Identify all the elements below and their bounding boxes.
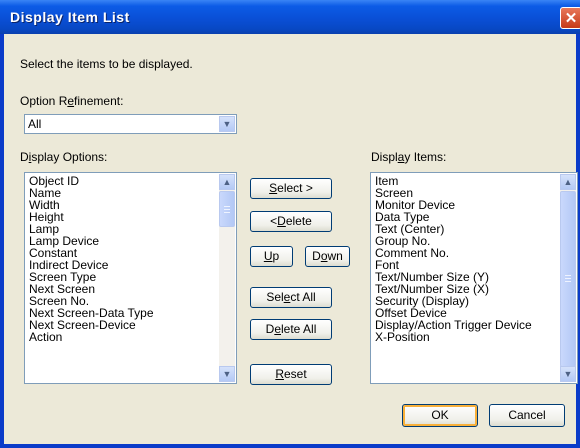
select-button[interactable]: Select > <box>250 178 332 199</box>
scroll-up-icon[interactable]: ▲ <box>560 174 576 190</box>
display-items-items: Item Screen Monitor Device Data Type Text (C… <box>375 175 532 343</box>
title-bar[interactable]: Display Item List ✕ <box>0 0 580 34</box>
delete-button[interactable]: < Delete <box>250 211 332 232</box>
list-item[interactable]: X-Position <box>375 331 532 343</box>
scroll-down-icon[interactable]: ▼ <box>560 366 576 382</box>
down-button[interactable]: Down <box>305 246 350 267</box>
display-items-scrollbar[interactable]: ▲ ▼ <box>560 174 576 382</box>
close-icon: ✕ <box>564 10 578 27</box>
chevron-down-icon[interactable]: ▼ <box>219 116 235 132</box>
instructions-text: Select the items to be displayed. <box>20 57 193 71</box>
option-refinement-value: All <box>28 117 42 131</box>
delete-all-button[interactable]: Delete All <box>250 319 332 340</box>
select-all-button[interactable]: Select All <box>250 287 332 308</box>
reset-button[interactable]: Reset <box>250 364 332 385</box>
scroll-thumb[interactable] <box>219 191 235 227</box>
option-refinement-label: Option Refinement: <box>20 94 124 108</box>
option-refinement-select[interactable]: All ▼ <box>24 114 237 134</box>
display-items-list[interactable]: Item Screen Monitor Device Data Type Text (C… <box>370 172 578 384</box>
scroll-up-icon[interactable]: ▲ <box>219 174 235 190</box>
up-button[interactable]: Up <box>250 246 293 267</box>
ok-button[interactable]: OK <box>402 404 478 427</box>
display-options-items: Object ID Name Width Height Lamp Lamp Device C… <box>29 175 154 343</box>
display-options-label: Display Options: <box>20 150 108 164</box>
display-options-scrollbar[interactable]: ▲ ▼ <box>219 174 235 382</box>
scroll-down-icon[interactable]: ▼ <box>219 366 235 382</box>
scroll-thumb[interactable] <box>560 191 576 367</box>
display-options-list[interactable]: Object ID Name Width Height Lamp Lamp Device C… <box>24 172 237 384</box>
display-items-label: Display Items: <box>371 150 447 164</box>
cancel-button[interactable]: Cancel <box>489 404 565 427</box>
list-item[interactable]: Action <box>29 331 154 343</box>
dialog-body: Select the items to be displayed. Option… <box>4 34 578 444</box>
window-title: Display Item List <box>10 9 130 25</box>
close-button[interactable]: ✕ <box>560 7 580 29</box>
dialog-window: Display Item List ✕ Select the items to … <box>0 0 580 448</box>
